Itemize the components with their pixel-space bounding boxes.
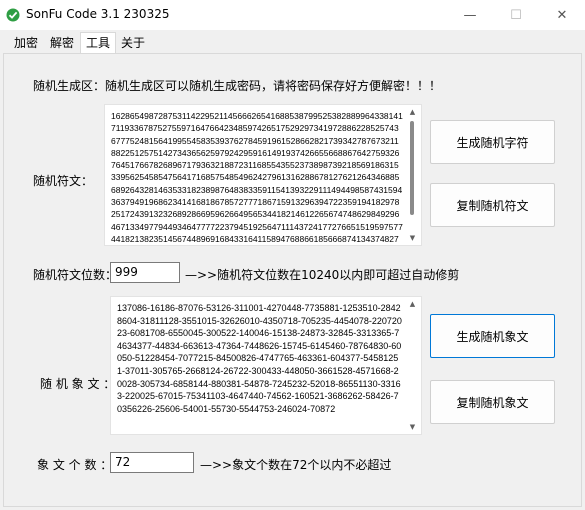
tab-tools[interactable]: 工具 (80, 32, 117, 54)
scroll-thumb[interactable] (410, 121, 414, 215)
random-runes-label: 随机符文： (33, 174, 94, 188)
random-area-description: 随机生成区可以随机生成密码，请将密码保存好方便解密！！！ (105, 79, 442, 93)
random-symbols-label: 随 机 象 文 ： (40, 377, 116, 391)
random-symbols-text: 137086-16186-87076-53126-311001-4270448-… (117, 303, 402, 414)
random-symbols-textarea[interactable]: 137086-16186-87076-53126-311001-4270448-… (110, 296, 422, 435)
rune-count-input[interactable]: 999 (110, 262, 180, 283)
symbol-count-hint: —>>象文个数在72个以内不必超过 (200, 458, 392, 472)
close-button[interactable]: ✕ (539, 0, 585, 30)
scroll-up-icon[interactable]: ▲ (404, 105, 421, 119)
generate-random-symbols-button[interactable]: 生成随机象文 (430, 314, 555, 358)
close-icon: ✕ (556, 7, 568, 23)
random-runes-text: 1628654987287531142295211456662654168853… (111, 111, 403, 244)
maximize-button[interactable]: ☐ (493, 0, 539, 30)
rune-count-hint: —>>随机符文位数在10240以内即可超过自动修剪 (185, 268, 460, 282)
tab-about[interactable]: 关于 (116, 34, 150, 53)
tab-decrypt[interactable]: 解密 (45, 34, 79, 53)
tab-bar: 加密 解密 工具 关于 (0, 30, 585, 54)
scroll-down-icon[interactable]: ▼ (404, 231, 421, 245)
rune-count-label: 随机符文位数： (33, 268, 118, 282)
scroll-up-icon[interactable]: ▲ (404, 297, 421, 311)
minimize-icon: — (463, 7, 477, 23)
random-symbols-scrollbar[interactable]: ▲ ▼ (404, 297, 421, 434)
copy-random-symbols-button[interactable]: 复制随机象文 (430, 380, 555, 424)
symbol-count-input[interactable]: 72 (110, 452, 194, 473)
tab-encrypt[interactable]: 加密 (9, 34, 43, 53)
scroll-down-icon[interactable]: ▼ (404, 420, 421, 434)
copy-random-runes-button[interactable]: 复制随机符文 (430, 183, 555, 227)
random-runes-textarea[interactable]: 1628654987287531142295211456662654168853… (104, 104, 422, 246)
title-bar: SonFu Code 3.1 230325 — ☐ ✕ (0, 0, 585, 30)
app-logo-icon (6, 8, 20, 22)
random-area-label: 随机生成区： (33, 79, 106, 93)
random-runes-scrollbar[interactable]: ▲ ▼ (404, 105, 421, 245)
symbol-count-label: 象 文 个 数 ： (37, 458, 113, 472)
minimize-button[interactable]: — (447, 0, 493, 30)
generate-random-chars-button[interactable]: 生成随机字符 (430, 120, 555, 164)
maximize-icon: ☐ (510, 7, 522, 23)
window-title: SonFu Code 3.1 230325 (26, 7, 170, 21)
